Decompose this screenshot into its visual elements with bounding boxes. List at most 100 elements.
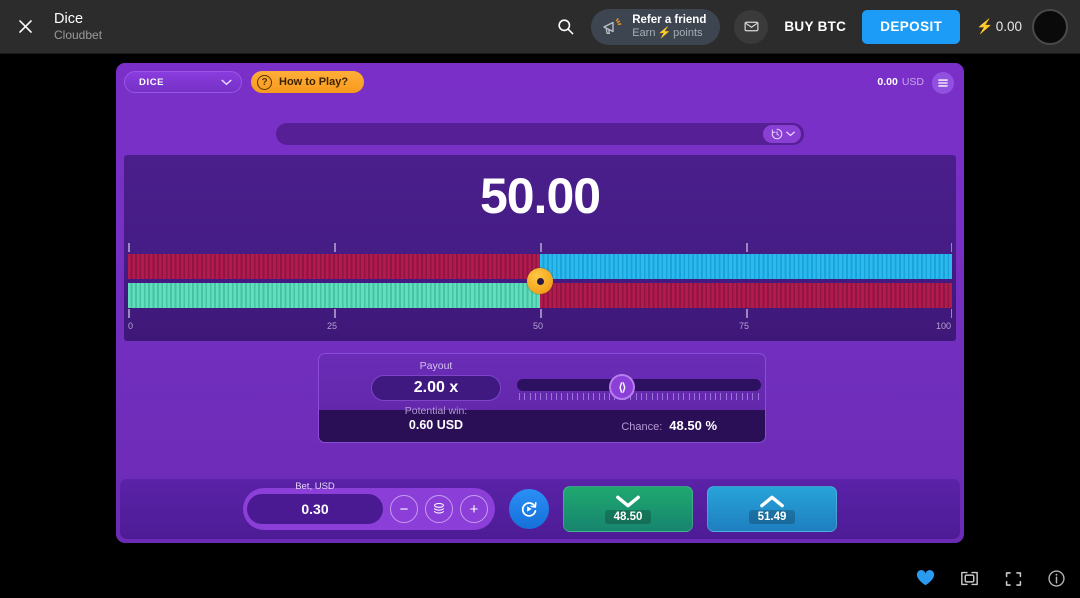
bet-chips-button[interactable] — [425, 495, 453, 523]
info-button[interactable] — [1047, 569, 1066, 588]
chance-value: 48.50 % — [669, 418, 717, 433]
roll-under-button[interactable]: 48.50 — [563, 486, 693, 532]
payout-tick — [572, 393, 573, 400]
bet-decrease-button[interactable]: − — [390, 495, 418, 523]
payout-tick — [582, 393, 584, 400]
messages-button[interactable] — [734, 9, 769, 44]
payout-tick — [635, 393, 637, 400]
auto-play-button[interactable] — [509, 489, 549, 529]
search-button[interactable] — [543, 5, 587, 49]
payout-slider-track[interactable] — [517, 379, 761, 391]
slider-axis-label: 0 — [128, 321, 134, 331]
roll-under-value: 48.50 — [604, 510, 652, 524]
balance-display[interactable]: ⚡ 0.00 — [976, 18, 1022, 35]
how-to-play-label: How to Play? — [279, 76, 349, 88]
page-subtitle: Cloudbet — [54, 27, 103, 42]
payout-tick — [715, 393, 717, 400]
payout-tick — [704, 393, 706, 400]
slider-axis-label: 75 — [739, 321, 750, 331]
slider-tick — [950, 243, 952, 252]
slider-segment-upper-right — [540, 254, 952, 279]
refer-a-friend-button[interactable]: Refer a friend Earn ⚡ points — [591, 8, 721, 45]
bet-bar: Bet, USD 0.30 − + 48.50 51.49 — [120, 479, 960, 539]
megaphone-icon — [603, 17, 622, 34]
payout-tick — [534, 393, 536, 400]
payout-tick — [731, 393, 732, 400]
payout-tick — [587, 393, 589, 400]
refer-title: Refer a friend — [632, 13, 707, 26]
payout-tick — [598, 393, 600, 400]
payout-input[interactable]: 2.00 x — [371, 375, 501, 401]
payout-tick — [545, 393, 547, 400]
payout-tick — [550, 393, 552, 400]
favorite-button[interactable] — [916, 570, 935, 587]
payout-tick — [556, 393, 558, 400]
payout-tick — [736, 393, 738, 400]
payout-tick — [709, 393, 711, 400]
game-selector-dropdown[interactable]: DICE — [124, 71, 242, 93]
roll-over-button[interactable]: 51.49 — [707, 486, 837, 532]
payout-tick — [672, 393, 674, 400]
payout-tick — [678, 393, 679, 400]
dice-slider[interactable]: 0 25 50 75 100 — [128, 243, 952, 337]
coin-stack-icon — [434, 502, 444, 514]
payout-tick — [651, 393, 653, 400]
app-top-bar: Dice Cloudbet Refer a friend Earn ⚡ poin… — [0, 0, 1080, 54]
slider-tick — [128, 309, 130, 318]
payout-tick — [561, 393, 563, 400]
chevron-down-icon — [785, 131, 795, 137]
game-balance-currency: USD — [901, 76, 924, 88]
chance-label: Chance: — [621, 421, 663, 433]
close-button[interactable] — [0, 0, 50, 54]
bet-amount-field[interactable]: Bet, USD 0.30 — [247, 481, 383, 524]
payout-slider-knob[interactable]: ⟨⟩ — [608, 374, 635, 400]
game-stage: DICE ? How to Play? 0.00 USD 50.00 0 25 … — [0, 54, 1080, 598]
game-balance-amount: 0.00 — [877, 76, 898, 88]
payout-label: Payout — [419, 360, 453, 372]
roll-result-value: 50.00 — [479, 168, 601, 224]
payout-tick — [577, 393, 579, 400]
payout-tick — [662, 393, 664, 400]
slider-axis-labels: 0 25 50 75 100 — [128, 321, 952, 335]
deposit-button[interactable]: DEPOSIT — [862, 9, 961, 44]
payout-tick — [519, 393, 520, 400]
slider-handle-dot — [536, 277, 544, 285]
payout-tick — [746, 393, 748, 400]
fullscreen-button[interactable] — [1004, 570, 1023, 588]
roll-over-value: 51.49 — [748, 510, 796, 524]
close-icon — [18, 20, 32, 33]
payout-tick — [593, 393, 595, 400]
slider-tick — [334, 309, 336, 318]
theater-mode-button[interactable] — [959, 570, 980, 587]
slider-segment-upper-left — [128, 254, 540, 279]
game-menu-button[interactable] — [932, 72, 954, 94]
payout-tick — [699, 393, 701, 400]
game-selector-label: DICE — [139, 76, 165, 88]
bet-increase-button[interactable]: + — [460, 495, 488, 523]
avatar[interactable] — [1032, 8, 1068, 45]
chevron-up-icon — [760, 495, 784, 508]
search-icon — [558, 19, 574, 35]
game-balance: 0.00 USD — [877, 76, 924, 88]
hamburger-icon — [938, 79, 948, 87]
payout-slider-ticks — [519, 393, 761, 400]
page-title: Dice — [54, 10, 84, 27]
refer-bolt-icon: ⚡ — [657, 26, 672, 39]
how-to-play-button[interactable]: ? How to Play? — [251, 71, 365, 93]
payout-tick — [656, 393, 658, 400]
question-mark-icon: ? — [257, 74, 272, 90]
heart-icon — [916, 570, 935, 586]
payout-tick — [752, 393, 754, 400]
payout-tick — [741, 393, 743, 400]
refer-text-block: Refer a friend Earn ⚡ points — [632, 14, 706, 40]
payout-tick — [693, 393, 695, 400]
payout-panel: Payout 2.00 x ⟨⟩ Potential win: 0.60 USD… — [318, 353, 766, 443]
history-toggle-button[interactable] — [763, 125, 801, 143]
slider-handle[interactable] — [527, 268, 553, 294]
auto-play-icon — [521, 502, 537, 517]
payout-tick — [688, 393, 690, 400]
buy-btc-button[interactable]: BUY BTC — [784, 19, 846, 34]
potential-win-block: Potential win: 0.60 USD — [371, 404, 501, 433]
refer-subtitle-prefix: Earn — [632, 26, 656, 39]
payout-slider[interactable]: ⟨⟩ — [517, 374, 765, 402]
